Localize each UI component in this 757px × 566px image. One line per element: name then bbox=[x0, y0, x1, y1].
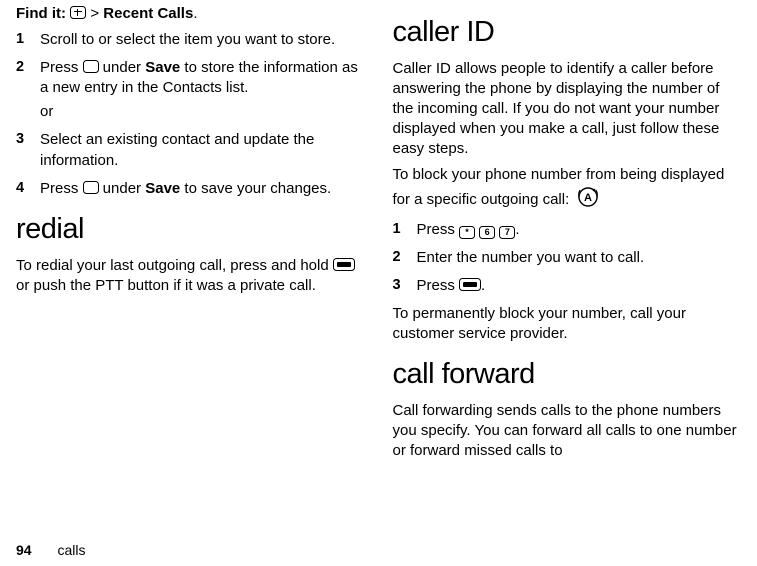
menu-key-icon bbox=[70, 6, 86, 19]
caller-id-paragraph-1: Caller ID allows people to identify a ca… bbox=[393, 59, 742, 159]
find-it-line: Find it: > Recent Calls. bbox=[16, 4, 365, 24]
block-step-2: 2 Enter the number you want to call. bbox=[393, 248, 742, 268]
step-text-a: Press bbox=[417, 277, 460, 294]
save-label: Save bbox=[145, 59, 180, 76]
step-text-a: Press bbox=[40, 180, 83, 197]
step-text-a: Press bbox=[417, 221, 460, 238]
broadcast-icon: A bbox=[577, 186, 599, 214]
store-steps-list: 1 Scroll to or select the item you want … bbox=[16, 30, 365, 199]
caller-id-heading: caller ID bbox=[393, 16, 742, 49]
save-label: Save bbox=[145, 180, 180, 197]
step-number: 3 bbox=[16, 130, 24, 149]
find-it-path: Recent Calls bbox=[103, 5, 193, 22]
redial-text-a: To redial your last outgoing call, press… bbox=[16, 257, 333, 274]
call-forward-heading: call forward bbox=[393, 358, 742, 391]
redial-text-b: or push the PTT button if it was a priva… bbox=[16, 277, 316, 294]
find-it-label: Find it: bbox=[16, 5, 66, 22]
step-4: 4 Press under Save to save your changes. bbox=[16, 179, 365, 199]
key-6-icon: 6 bbox=[479, 226, 495, 239]
softkey-icon bbox=[83, 181, 99, 194]
redial-paragraph: To redial your last outgoing call, press… bbox=[16, 256, 365, 296]
caller-id-paragraph-3: To permanently block your number, call y… bbox=[393, 304, 742, 344]
step-under: under bbox=[99, 59, 146, 76]
block-step-3: 3 Press . bbox=[393, 276, 742, 296]
key-star-icon: * bbox=[459, 226, 475, 239]
step-text-b: . bbox=[515, 221, 519, 238]
breadcrumb-separator: > bbox=[90, 5, 99, 22]
step-under: under bbox=[99, 180, 146, 197]
page-footer: 94 calls bbox=[16, 542, 85, 558]
step-text-b: . bbox=[481, 277, 485, 294]
key-7-icon: 7 bbox=[499, 226, 515, 239]
redial-heading: redial bbox=[16, 213, 365, 246]
block-step-1: 1 Press * 6 7. bbox=[393, 220, 742, 240]
caller-id-p2-text: To block your phone number from being di… bbox=[393, 166, 725, 207]
step-number: 4 bbox=[16, 179, 24, 198]
softkey-icon bbox=[83, 60, 99, 73]
send-key-icon bbox=[333, 258, 355, 271]
step-text: Enter the number you want to call. bbox=[417, 249, 645, 266]
step-text: Scroll to or select the item you want to… bbox=[40, 31, 335, 48]
svg-text:A: A bbox=[584, 192, 592, 204]
step-number: 1 bbox=[16, 30, 24, 49]
caller-id-paragraph-2: To block your phone number from being di… bbox=[393, 165, 742, 213]
block-steps-list: 1 Press * 6 7. 2 Enter the number you wa… bbox=[393, 220, 742, 296]
step-number: 2 bbox=[393, 248, 401, 267]
step-number: 3 bbox=[393, 276, 401, 295]
find-it-period: . bbox=[193, 5, 197, 22]
footer-section: calls bbox=[57, 542, 85, 558]
step-2: 2 Press under Save to store the informat… bbox=[16, 58, 365, 122]
step-number: 1 bbox=[393, 220, 401, 239]
step-text-b: to save your changes. bbox=[180, 180, 331, 197]
call-forward-paragraph-1: Call forwarding sends calls to the phone… bbox=[393, 401, 742, 461]
or-text: or bbox=[40, 102, 365, 122]
step-text-a: Press bbox=[40, 59, 83, 76]
step-number: 2 bbox=[16, 58, 24, 77]
send-key-icon bbox=[459, 278, 481, 291]
page-number: 94 bbox=[16, 542, 32, 558]
step-1: 1 Scroll to or select the item you want … bbox=[16, 30, 365, 50]
step-3: 3 Select an existing contact and update … bbox=[16, 130, 365, 170]
step-text: Select an existing contact and update th… bbox=[40, 131, 314, 168]
